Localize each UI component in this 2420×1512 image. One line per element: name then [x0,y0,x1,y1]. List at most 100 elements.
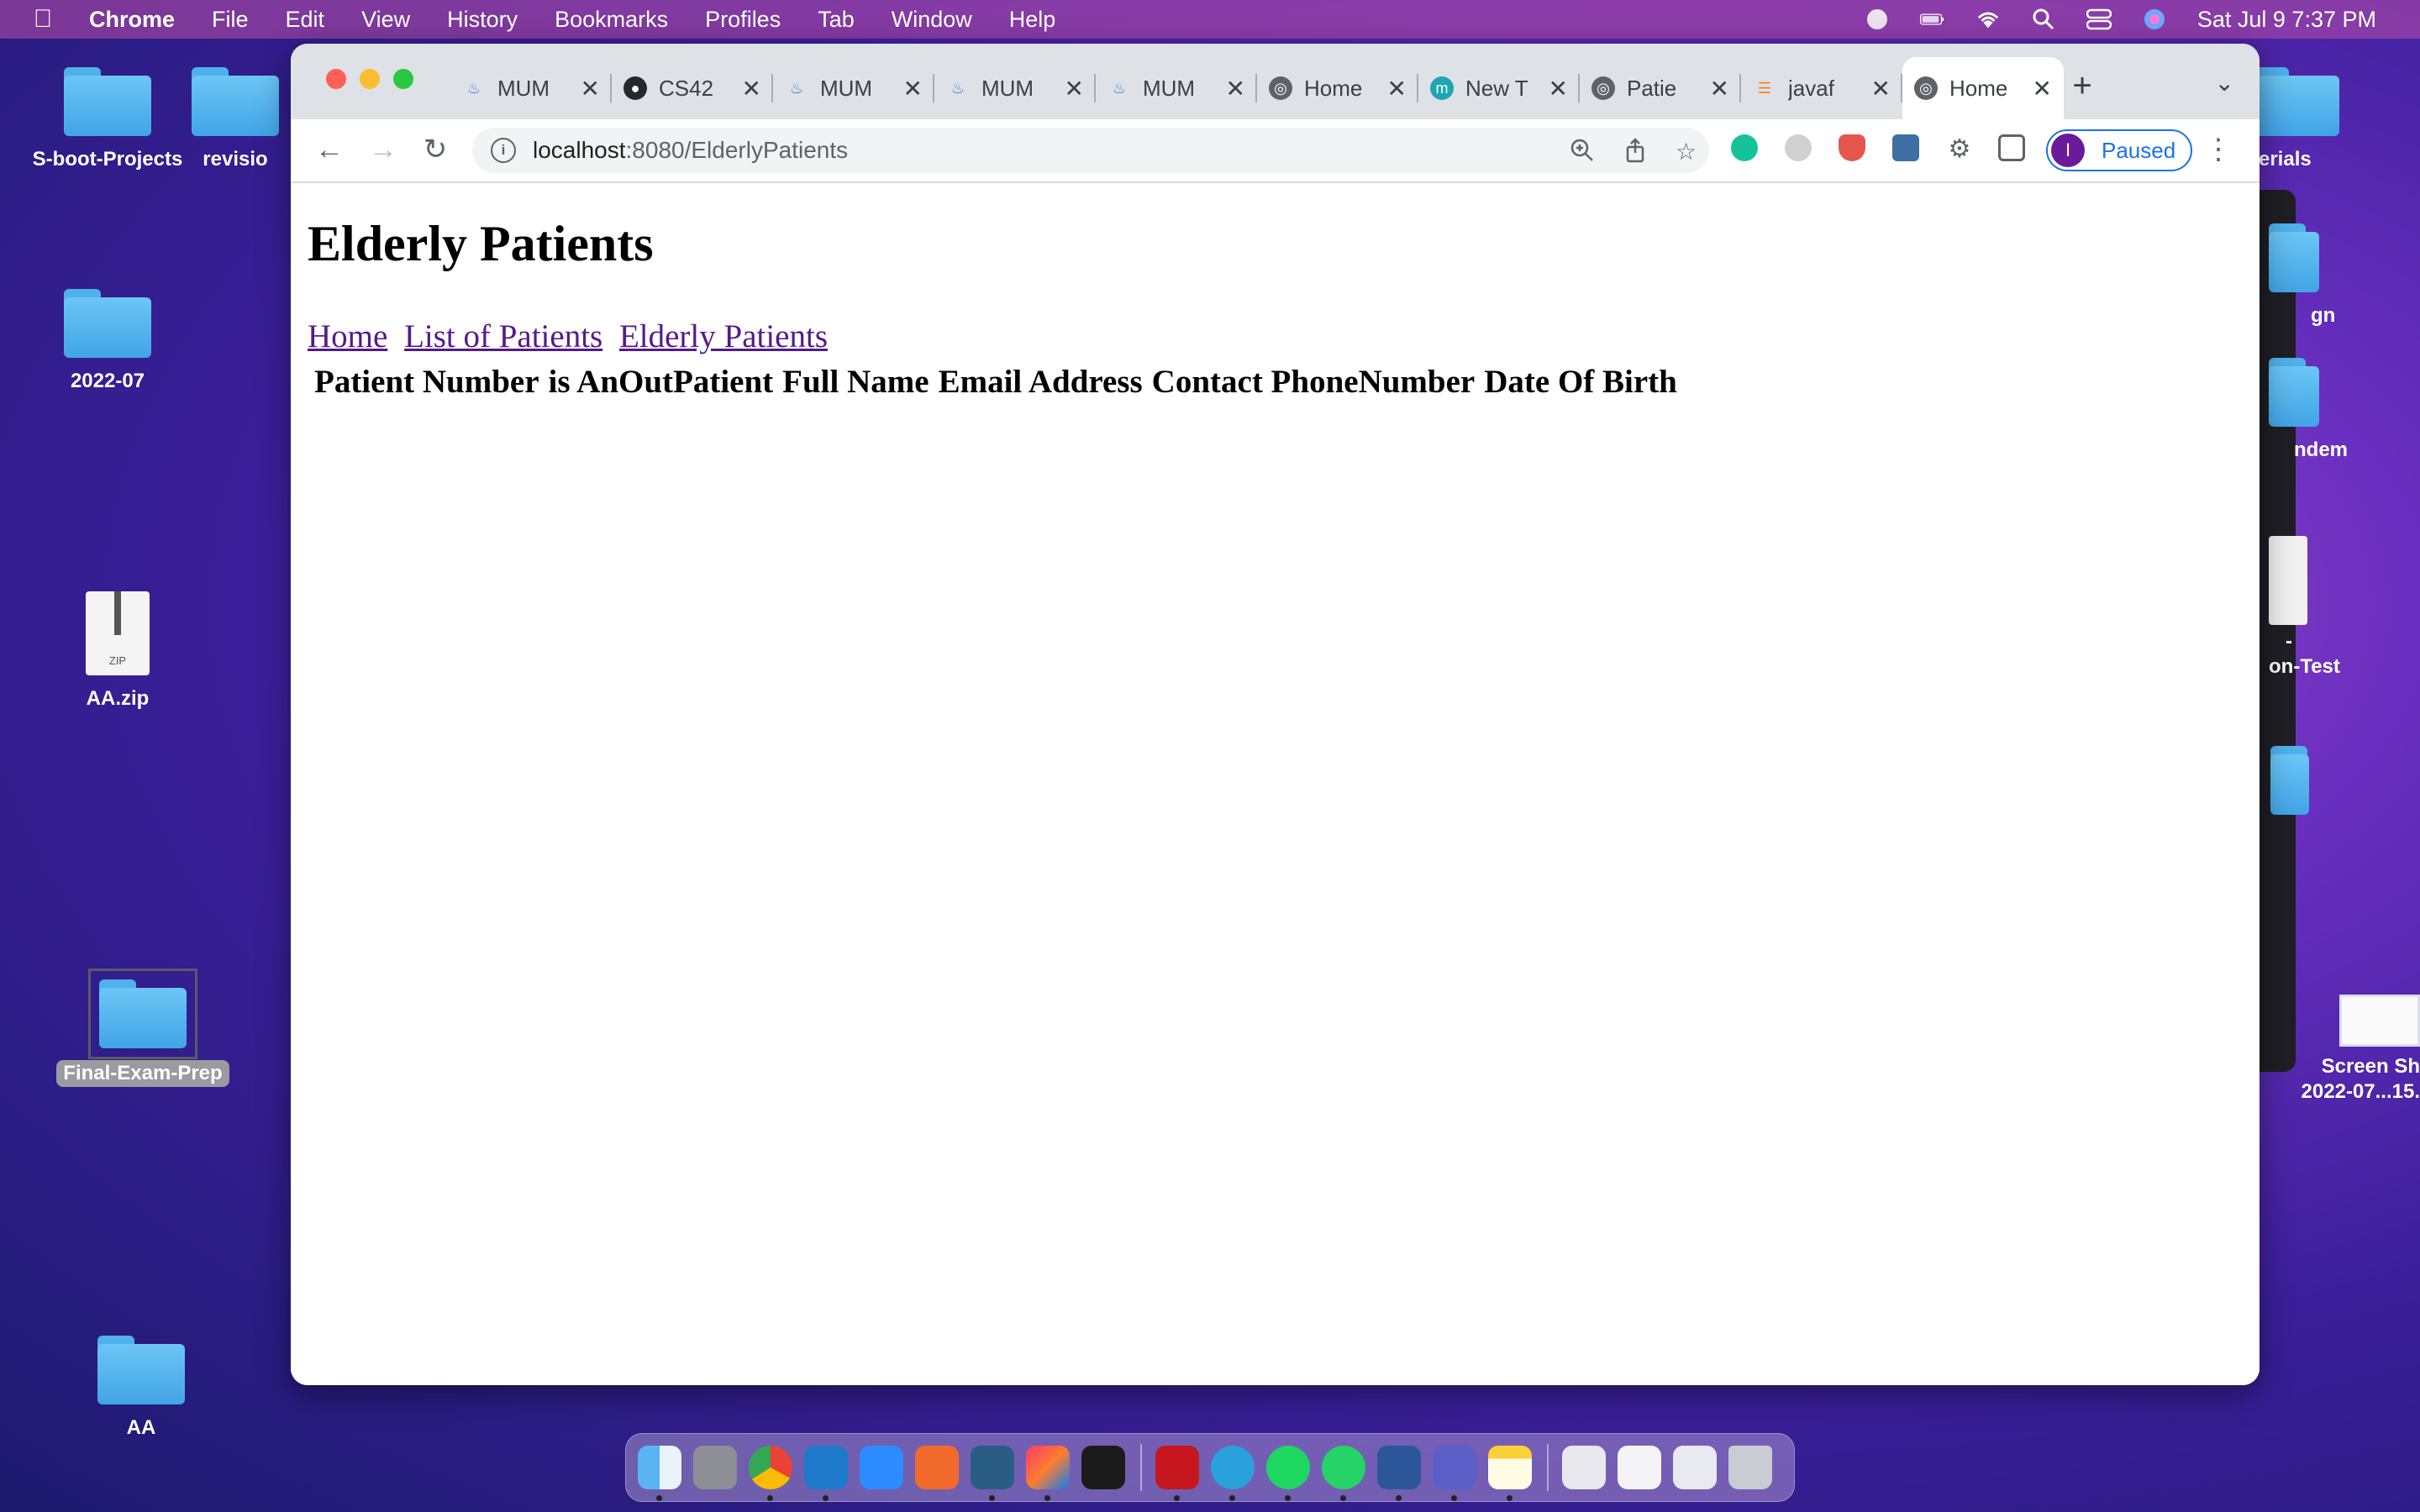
vscode-icon[interactable] [804,1446,848,1501]
apple-icon[interactable]:  [29,5,57,34]
desktop-folder-aa[interactable]: AA [49,1336,234,1440]
desktop-folder-materials[interactable]: terials [2252,67,2386,171]
desktop-folder-final-exam-prep[interactable]: Final-Exam-Prep [50,969,235,1087]
creative-cloud-icon[interactable] [1865,7,1890,32]
menubar-clock[interactable]: Sat Jul 9 7:37 PM [2197,7,2376,33]
close-tab-icon[interactable]: ✕ [1387,75,1407,102]
profile-avatar: I [2051,134,2085,167]
puzzle-extensions-icon[interactable]: ⚙ [1946,134,1973,163]
desktop-file-aa-zip[interactable]: ZIP AA.zip [25,591,210,711]
menu-view[interactable]: View [361,7,410,33]
browser-tab[interactable]: ♨ MUM ✕ [1096,57,1257,119]
desktop-screenshot-file[interactable]: Screen Sh 2022-07...15. [2269,995,2420,1104]
profile-paused-button[interactable]: I Paused [2046,129,2192,171]
close-tab-icon[interactable]: ✕ [903,75,923,102]
browser-tab[interactable]: ◎ Home ✕ [1257,57,1418,119]
close-tab-icon[interactable]: ✕ [1549,75,1568,102]
sketch-pen-icon[interactable] [915,1446,959,1489]
extension-gray-icon[interactable] [1785,134,1812,161]
grammarly-icon[interactable] [1731,134,1758,161]
wifi-icon[interactable] [1975,7,2001,32]
site-info-icon[interactable]: i [491,138,516,163]
menu-profiles[interactable]: Profiles [705,7,781,33]
battery-icon[interactable] [1919,7,1945,32]
siri-icon[interactable] [2142,7,2167,32]
menu-file[interactable]: File [212,7,249,33]
browser-tab[interactable]: ☰ javaf ✕ [1741,57,1902,119]
browser-tab[interactable]: ♨ MUM ✕ [773,57,934,119]
desktop-folder-tandem[interactable]: ndem [2269,358,2403,462]
menu-help[interactable]: Help [1009,7,1056,33]
shield-extension-icon[interactable] [1839,134,1865,161]
chrome-menu-icon[interactable]: ⋮ [2204,133,2233,166]
forward-button[interactable]: → [366,133,400,166]
browser-tab[interactable]: ♨ MUM ✕ [450,57,612,119]
reload-button[interactable]: ↻ [418,133,452,166]
close-tab-icon[interactable]: ✕ [2033,75,2052,102]
browser-tab[interactable]: ● CS42 ✕ [612,57,773,119]
link-list-of-patients[interactable]: List of Patients [404,318,602,354]
close-tab-icon[interactable]: ✕ [1065,75,1084,102]
whatsapp-icon[interactable] [1322,1446,1365,1501]
address-bar[interactable]: i localhost:8080/ElderlyPatients ☆ [472,128,1709,173]
browser-tab[interactable]: ◎ Patie ✕ [1580,57,1741,119]
word-icon[interactable] [1377,1446,1421,1501]
share-icon[interactable] [1623,138,1647,169]
close-tab-icon[interactable]: ✕ [1710,75,1729,102]
telegram-icon[interactable] [1211,1446,1255,1501]
menu-bookmarks[interactable]: Bookmarks [555,7,668,33]
lr-extension-icon[interactable] [1892,134,1919,161]
desktop-folder-design[interactable]: gn [2269,223,2386,328]
chrome-icon[interactable] [749,1446,792,1501]
close-tab-icon[interactable]: ✕ [1871,75,1891,102]
new-tab-button[interactable]: + [2065,67,2099,105]
trash-icon[interactable] [1728,1446,1772,1489]
menu-edit[interactable]: Edit [286,7,325,33]
menu-window[interactable]: Window [892,7,972,33]
menu-tab[interactable]: Tab [818,7,855,33]
recent-screenshot-thumbnail-icon[interactable] [1673,1446,1717,1489]
launchpad-icon[interactable] [693,1446,737,1489]
desktop-folder-2022-07[interactable]: 2022-07 [15,289,200,393]
desktop-file-test[interactable]: - on-Test [2269,536,2412,679]
close-tab-icon[interactable]: ✕ [581,75,600,102]
close-tab-icon[interactable]: ✕ [1226,75,1245,102]
zoom-icon[interactable] [1570,138,1595,169]
close-window-button[interactable] [326,69,346,89]
control-center-icon[interactable] [2086,7,2112,32]
recent-file-thumbnail-icon[interactable] [1562,1446,1606,1489]
column-header: Date Of Birth [1484,364,1677,400]
notes-icon[interactable] [1488,1446,1532,1501]
tab-search-chevron-icon[interactable]: ⌄ [2215,69,2234,97]
back-button[interactable]: ← [313,133,346,166]
desktop-folder-revisio[interactable]: revisio [176,67,294,171]
url-text[interactable]: localhost:8080/ElderlyPatients [533,137,848,164]
mysql-workbench-icon[interactable] [971,1446,1014,1501]
acrobat-icon[interactable] [1155,1446,1199,1501]
desktop-folder-s-boot-projects[interactable]: S-boot-Projects [15,67,200,171]
dock [625,1433,1795,1502]
desktop-folder-partial[interactable] [2270,746,2321,815]
close-tab-icon[interactable]: ✕ [742,75,761,102]
link-elderly-patients[interactable]: Elderly Patients [619,318,828,354]
menu-app-chrome[interactable]: Chrome [89,7,175,33]
zoom-app-icon[interactable] [860,1446,903,1489]
terminal-icon[interactable] [1081,1446,1125,1489]
menu-history[interactable]: History [447,7,518,33]
browser-tab-active[interactable]: ◎ Home ✕ [1902,57,2064,119]
finder-icon[interactable] [638,1446,681,1501]
minimize-window-button[interactable] [360,69,380,89]
intellij-icon[interactable] [1026,1446,1070,1501]
side-panel-icon[interactable] [1998,134,2025,161]
bookmark-star-icon[interactable]: ☆ [1676,138,1697,165]
browser-tab[interactable]: m New T ✕ [1418,57,1580,119]
spotlight-search-icon[interactable] [2031,7,2056,32]
maximize-window-button[interactable] [393,69,413,89]
desktop-icon-label: AA [126,1416,156,1439]
spotify-icon[interactable] [1266,1446,1310,1501]
link-home[interactable]: Home [308,318,387,354]
teams-icon[interactable] [1433,1446,1476,1501]
recent-document-thumbnail-icon[interactable] [1618,1446,1661,1489]
browser-tab[interactable]: ♨ MUM ✕ [934,57,1096,119]
desktop-icon-label: Final-Exam-Prep [56,1060,229,1087]
